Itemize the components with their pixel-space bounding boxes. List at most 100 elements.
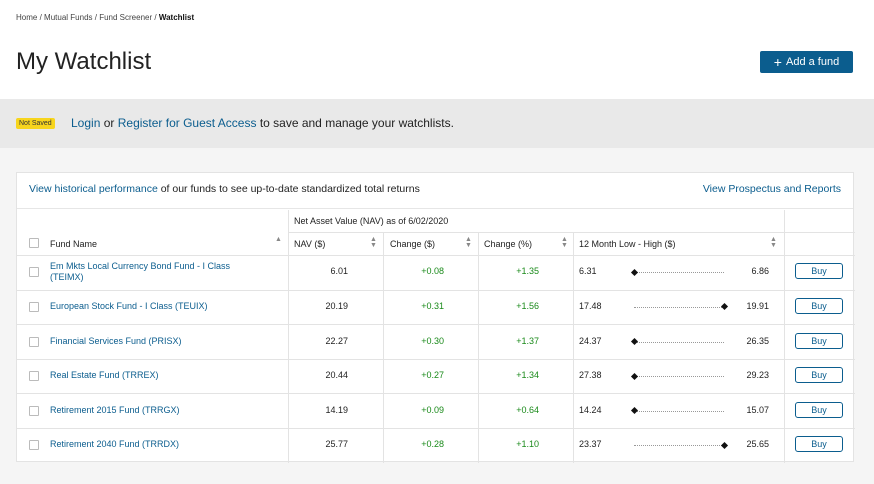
change-pct-value: +1.34 xyxy=(516,370,539,381)
buy-button[interactable]: Buy xyxy=(795,436,843,453)
sort-up-icon[interactable]: ▲ xyxy=(275,236,282,243)
change-dollar-value: +0.31 xyxy=(421,300,444,311)
range-track xyxy=(634,445,724,447)
change-pct-value: +0.64 xyxy=(516,404,539,415)
range-high: 6.86 xyxy=(751,266,769,277)
range-high: 19.91 xyxy=(746,300,769,311)
login-link[interactable]: Login xyxy=(71,116,100,130)
range-marker xyxy=(630,407,638,415)
sort-icon[interactable]: ▲ ▼ xyxy=(561,236,568,249)
add-fund-label: Add a fund xyxy=(785,56,840,68)
row-checkbox[interactable] xyxy=(29,336,39,347)
breadcrumb-fund-screener[interactable]: Fund Screener xyxy=(99,13,152,22)
col-fund-name[interactable]: Fund Name xyxy=(50,239,97,249)
change-dollar-value: +0.30 xyxy=(421,335,444,346)
col-nav[interactable]: NAV ($) xyxy=(294,239,325,249)
change-pct-value: +1.56 xyxy=(516,300,539,311)
row-divider xyxy=(17,289,855,291)
guest-banner: Not Saved Login or Register for Guest Ac… xyxy=(0,99,874,148)
row-divider xyxy=(17,255,855,256)
nav-value: 20.44 xyxy=(325,370,348,381)
change-pct-value: +1.10 xyxy=(516,439,539,450)
col-range[interactable]: 12 Month Low - High ($) xyxy=(579,239,676,249)
range-low: 27.38 xyxy=(579,370,602,381)
row-checkbox[interactable] xyxy=(29,440,39,451)
historical-performance-text: View historical performance of our funds… xyxy=(29,183,420,195)
row-checkbox[interactable] xyxy=(29,405,39,416)
register-link[interactable]: Register for Guest Access xyxy=(118,116,257,130)
sort-icon[interactable]: ▲ ▼ xyxy=(465,236,472,249)
range-low: 17.48 xyxy=(579,300,602,311)
row-checkbox[interactable] xyxy=(29,267,39,278)
add-fund-button[interactable]: + Add a fund xyxy=(760,51,853,73)
row-checkbox[interactable] xyxy=(29,301,39,312)
breadcrumb-separator: / xyxy=(94,13,97,22)
range-track xyxy=(634,376,724,378)
fund-name-link[interactable]: Retirement 2040 Fund (TRRDX) xyxy=(50,439,255,450)
historical-rest-text: of our funds to see up-to-date standardi… xyxy=(160,183,420,195)
range-track xyxy=(634,341,724,343)
breadcrumb-mutual-funds[interactable]: Mutual Funds xyxy=(44,13,92,22)
nav-value: 22.27 xyxy=(325,335,348,346)
fund-name-link[interactable]: Retirement 2015 Fund (TRRGX) xyxy=(50,405,255,416)
breadcrumb-separator: / xyxy=(39,13,42,22)
range-low: 23.37 xyxy=(579,439,602,450)
column-divider xyxy=(573,232,574,463)
range-marker xyxy=(630,268,638,276)
buy-button[interactable]: Buy xyxy=(795,297,843,314)
fund-name-link[interactable]: European Stock Fund - I Class (TEUIX) xyxy=(50,301,255,312)
historical-performance-link[interactable]: View historical performance xyxy=(29,183,158,195)
buy-button[interactable]: Buy xyxy=(795,332,843,349)
nav-value: 20.19 xyxy=(325,300,348,311)
buy-button[interactable]: Buy xyxy=(795,401,843,418)
range-high: 25.65 xyxy=(746,439,769,450)
nav-group-header: Net Asset Value (NAV) as of 6/02/2020 xyxy=(294,216,449,226)
column-divider xyxy=(383,232,384,463)
prospectus-link[interactable]: View Prospectus and Reports xyxy=(703,183,841,195)
plus-icon: + xyxy=(773,54,782,70)
sort-icon[interactable]: ▲ ▼ xyxy=(370,236,377,249)
not-saved-badge: Not Saved xyxy=(16,118,55,129)
range-track xyxy=(634,410,724,412)
col-change-pct[interactable]: Change (%) xyxy=(484,239,532,249)
header-area: Home / Mutual Funds / Fund Screener / Wa… xyxy=(0,0,874,99)
row-divider xyxy=(17,393,855,395)
banner-rest-text: to save and manage your watchlists. xyxy=(259,116,454,130)
row-divider xyxy=(17,358,855,360)
banner-or-text: or xyxy=(103,116,115,130)
breadcrumb-separator: / xyxy=(154,13,157,22)
change-dollar-value: +0.27 xyxy=(421,370,444,381)
buy-button[interactable]: Buy xyxy=(795,263,843,280)
range-marker xyxy=(720,441,728,449)
sort-icon[interactable]: ▲ ▼ xyxy=(770,236,777,249)
fund-name-link[interactable]: Real Estate Fund (TRREX) xyxy=(50,370,255,381)
col-change-dollar[interactable]: Change ($) xyxy=(390,239,435,249)
change-dollar-value: +0.09 xyxy=(421,404,444,415)
range-low: 6.31 xyxy=(579,266,597,277)
range-low: 14.24 xyxy=(579,404,602,415)
breadcrumb-watchlist: Watchlist xyxy=(158,13,195,22)
nav-value: 14.19 xyxy=(325,404,348,415)
range-marker xyxy=(630,337,638,346)
row-checkbox[interactable] xyxy=(29,371,39,382)
range-high: 26.35 xyxy=(746,335,769,346)
select-all-checkbox[interactable] xyxy=(29,238,39,248)
change-pct-value: +1.35 xyxy=(516,266,539,277)
range-low: 24.37 xyxy=(579,335,602,346)
fund-name-link[interactable]: Financial Services Fund (PRISX) xyxy=(50,336,255,347)
range-track xyxy=(634,306,724,308)
divider xyxy=(288,232,855,233)
fund-name-link[interactable]: Em Mkts Local Currency Bond Fund - I Cla… xyxy=(50,261,255,283)
buy-button[interactable]: Buy xyxy=(795,367,843,384)
column-divider xyxy=(288,210,289,463)
card-header: View historical performance of our funds… xyxy=(17,173,853,209)
breadcrumb-home[interactable]: Home xyxy=(16,13,37,22)
watchlist-card: View historical performance of our funds… xyxy=(16,172,855,463)
nav-value: 6.01 xyxy=(330,266,348,277)
range-marker xyxy=(720,303,728,311)
range-high: 15.07 xyxy=(746,404,769,415)
change-dollar-value: +0.28 xyxy=(421,439,444,450)
page-title: My Watchlist xyxy=(16,48,152,75)
column-divider xyxy=(784,210,785,463)
column-divider xyxy=(478,232,479,463)
